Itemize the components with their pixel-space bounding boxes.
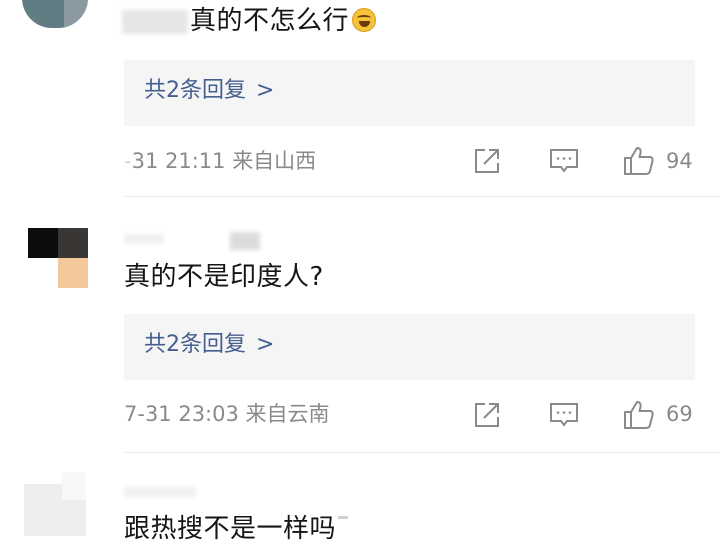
reply-count-label: 共2条回复 xyxy=(144,332,246,357)
reply-count-label: 共2条回复 xyxy=(144,78,246,103)
comment-text-content: 跟热搜不是一样吗 xyxy=(124,514,337,544)
text-fragment xyxy=(338,516,349,519)
laughing-crying-emoji-icon xyxy=(352,8,377,32)
comment-time: 31 21:11 xyxy=(131,149,226,173)
comment-time-prefix: - xyxy=(124,149,132,173)
comment-location: 来自山西 xyxy=(232,149,317,173)
comment-divider xyxy=(124,196,719,197)
comment-icon[interactable] xyxy=(548,400,580,430)
share-icon[interactable] xyxy=(472,400,502,430)
comment-location: 来自云南 xyxy=(245,402,330,426)
reply-count-link[interactable]: 共2条回复 > xyxy=(144,334,274,356)
reply-count-link[interactable]: 共2条回复 > xyxy=(144,80,274,102)
comment-divider xyxy=(124,452,719,453)
reply-expander[interactable]: 共2条回复 > xyxy=(124,314,695,380)
username-blurred[interactable] xyxy=(124,487,196,497)
avatar[interactable] xyxy=(28,228,88,288)
chevron-right-icon: > xyxy=(256,78,275,103)
comment-meta: 7-31 23:03 来自云南 xyxy=(124,404,330,425)
comment-text-content: 真的不怎么行 xyxy=(190,6,350,36)
comment-text: 跟热搜不是一样吗 xyxy=(124,514,349,544)
username-blurred[interactable] xyxy=(124,234,164,244)
thumbs-up-icon[interactable] xyxy=(622,144,656,178)
reply-expander[interactable]: 共2条回复 > xyxy=(124,60,695,126)
comment-text: 真的不怎么行 xyxy=(190,6,377,36)
avatar[interactable] xyxy=(22,0,88,28)
thumbs-up-icon[interactable] xyxy=(622,398,656,432)
chevron-right-icon: > xyxy=(256,332,275,357)
comment-text: 真的不是印度人? xyxy=(124,262,324,292)
comment-meta: -31 21:11 来自山西 xyxy=(124,151,316,172)
username-blurred[interactable] xyxy=(122,10,188,34)
like-count: 94 xyxy=(666,149,693,173)
avatar[interactable] xyxy=(24,472,88,536)
username-badge-blurred xyxy=(230,232,260,250)
share-icon[interactable] xyxy=(472,146,502,176)
like-count: 69 xyxy=(666,402,693,426)
comment-time: 7-31 23:03 xyxy=(124,402,239,426)
comment-icon[interactable] xyxy=(548,146,580,176)
